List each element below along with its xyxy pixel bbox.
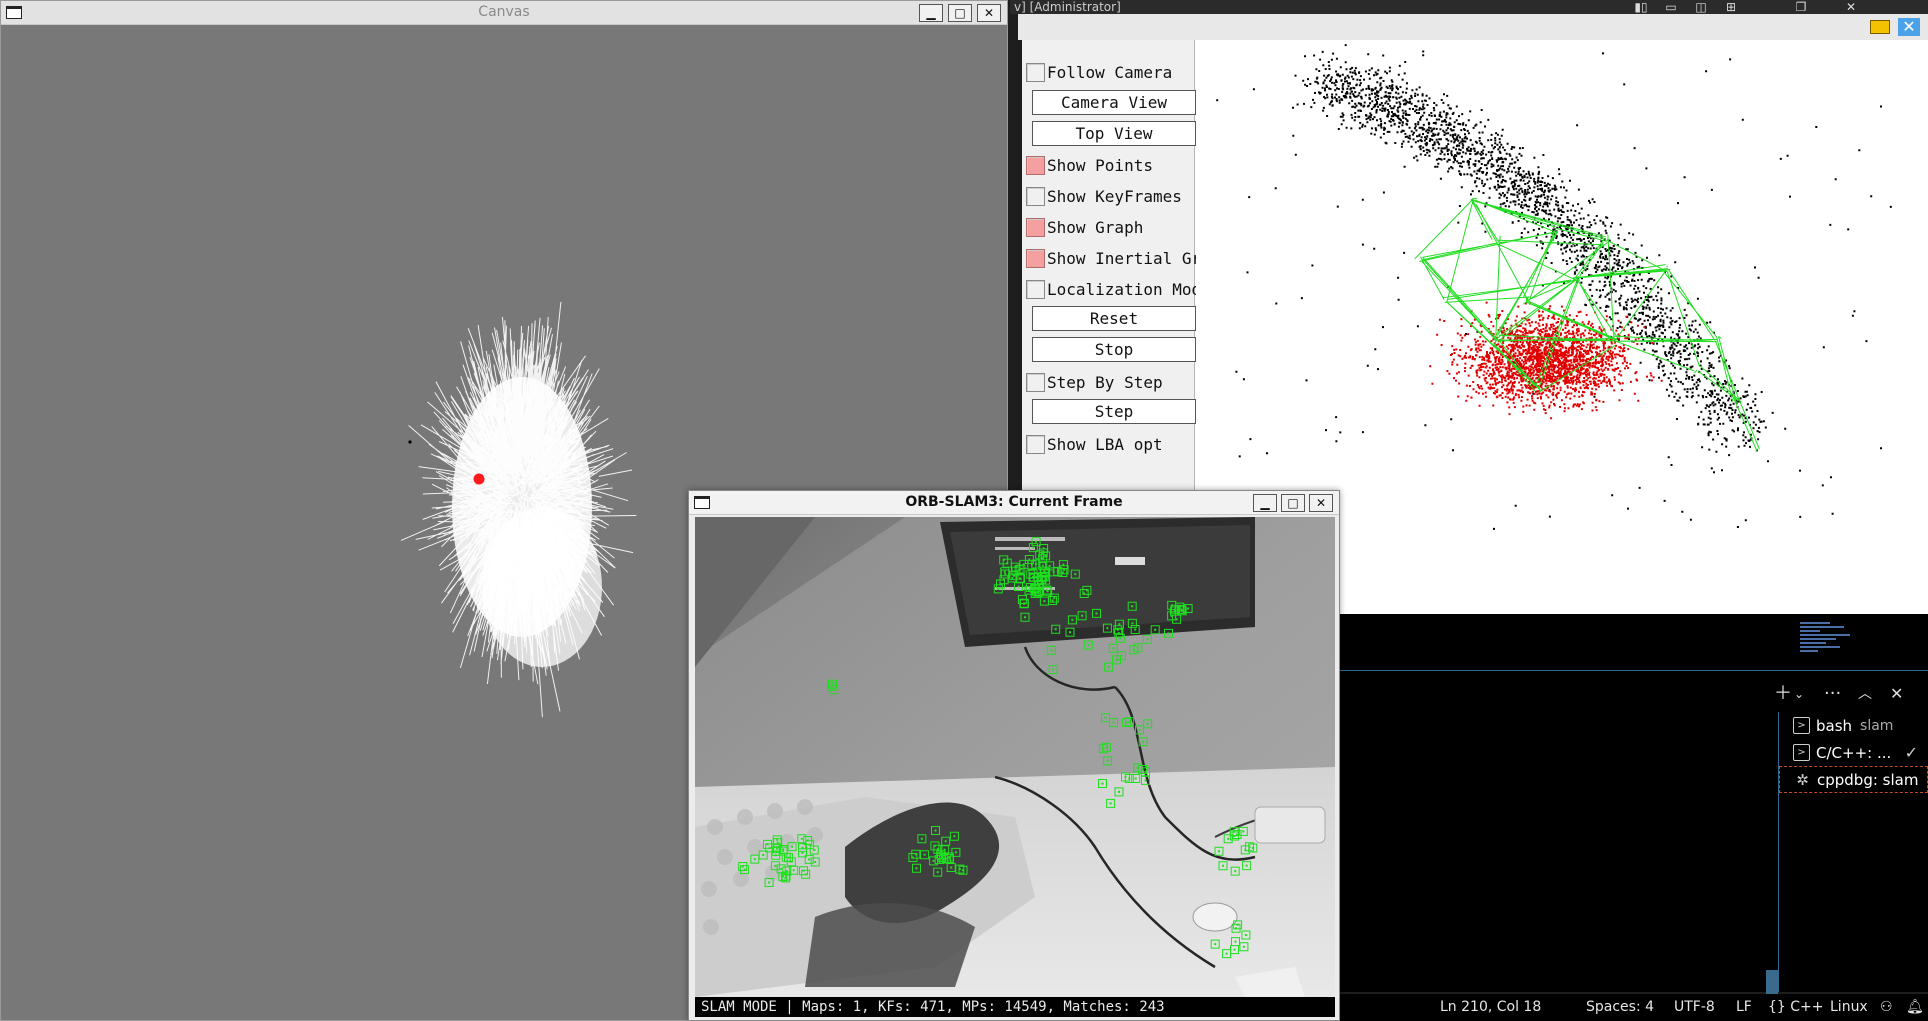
maximize-panel-icon[interactable]: ︿ <box>1858 684 1872 704</box>
show-keyframes-label: Show KeyFrames <box>1047 186 1182 206</box>
follow-camera-label: Follow Camera <box>1047 62 1173 82</box>
terminal-icon: > <box>1793 744 1810 761</box>
checkbox-box[interactable] <box>1026 62 1045 82</box>
check-icon: ✓ <box>1904 743 1918 762</box>
more-icon[interactable]: ··· <box>1824 684 1841 704</box>
line-ending[interactable]: LF <box>1736 999 1752 1015</box>
terminal-name: C/C++: ... <box>1816 743 1892 762</box>
terminal-list: > bash slam > C/C++: ... ✓ ✲ cppdbg: sla… <box>1778 712 1928 992</box>
checkbox-box[interactable] <box>1026 279 1045 299</box>
debug-icon: ✲ <box>1796 770 1809 789</box>
follow-camera-checkbox[interactable]: Follow Camera <box>1026 60 1172 84</box>
language-mode[interactable]: {} C++ <box>1768 999 1824 1015</box>
chevron-down-icon[interactable]: ⌄ <box>1794 684 1804 704</box>
stop-button[interactable]: Stop <box>1032 337 1196 362</box>
checkbox-box[interactable] <box>1026 434 1045 454</box>
current-frame-window: ORB-SLAM3: Current Frame ▁ □ ✕ SLAM MODE… <box>688 490 1340 1021</box>
layout-split-icon[interactable]: ◫ <box>1690 0 1712 14</box>
close-icon[interactable]: ✕ <box>1840 0 1862 14</box>
reset-button[interactable]: Reset <box>1032 306 1196 331</box>
terminal-icon: > <box>1793 717 1810 734</box>
new-terminal-icon[interactable]: ＋ <box>1774 684 1792 704</box>
show-graph-checkbox[interactable]: Show Graph <box>1026 215 1143 239</box>
show-lba-opt-label: Show LBA opt <box>1047 434 1163 454</box>
camera-frame-image <box>695 517 1335 997</box>
localization-mode-label: Localization Mode <box>1047 279 1211 299</box>
camera-view-button[interactable]: Camera View <box>1032 90 1196 115</box>
step-button[interactable]: Step <box>1032 399 1196 424</box>
terminal-item-cppdbg[interactable]: ✲ cppdbg: slam <box>1779 766 1928 793</box>
checkbox-box[interactable] <box>1026 155 1045 175</box>
maximize-button[interactable]: □ <box>948 4 972 22</box>
show-graph-label: Show Graph <box>1047 217 1144 237</box>
account-icon[interactable]: ⚇ <box>1880 999 1893 1015</box>
close-button[interactable]: ✕ <box>1309 494 1333 512</box>
close-button[interactable]: ✕ <box>977 4 1001 22</box>
checkbox-box[interactable] <box>1026 372 1045 392</box>
terminal-name: bash <box>1816 716 1853 735</box>
show-points-checkbox[interactable]: Show Points <box>1026 153 1153 177</box>
terminal-item-cpp[interactable]: > C/C++: ... ✓ <box>1779 739 1928 766</box>
layout-sidebar-icon[interactable]: ▮▯ <box>1630 0 1652 14</box>
minimize-button[interactable]: ▁ <box>919 4 943 22</box>
ide-window-title: v] [Administrator] <box>1014 0 1121 14</box>
canvas-titlebar[interactable]: Canvas ▁ □ ✕ <box>1 1 1007 25</box>
restore-icon[interactable]: ❐ <box>1790 0 1812 14</box>
show-keyframes-checkbox[interactable]: Show KeyFrames <box>1026 184 1182 208</box>
current-frame-title: ORB-SLAM3: Current Frame <box>905 494 1123 510</box>
editor-minimap[interactable] <box>1800 620 1860 670</box>
panel-divider <box>1340 670 1928 671</box>
map-viewer-header[interactable]: ✕ <box>1018 14 1928 40</box>
show-points-label: Show Points <box>1047 155 1153 175</box>
terminal-scrollbar[interactable] <box>1766 970 1778 994</box>
minimize-button[interactable]: ▁ <box>1253 494 1277 512</box>
platform[interactable]: Linux <box>1830 999 1868 1015</box>
terminal-name: cppdbg: slam <box>1817 770 1919 789</box>
minimize-icon[interactable] <box>1870 20 1890 34</box>
statusbar: Ln 210, Col 18 Spaces: 4 UTF-8 LF {} C++… <box>1340 994 1928 1021</box>
canvas-title: Canvas <box>478 4 530 20</box>
terminal-sub: slam <box>1860 717 1894 734</box>
ide-titlebar: v] [Administrator] ▮▯ ▭ ◫ ⊞ ❐ ✕ <box>1010 0 1928 14</box>
show-lba-opt-checkbox[interactable]: Show LBA opt <box>1026 432 1163 456</box>
indent-setting[interactable]: Spaces: 4 <box>1586 999 1654 1015</box>
close-panel-icon[interactable]: ✕ <box>1890 684 1903 704</box>
cursor-position[interactable]: Ln 210, Col 18 <box>1440 999 1541 1015</box>
checkbox-box[interactable] <box>1026 217 1045 237</box>
notifications-icon[interactable]: 🔔︎ <box>1906 999 1924 1015</box>
slam-status-bar: SLAM MODE | Maps: 1, KFs: 471, MPs: 1454… <box>695 997 1335 1017</box>
checkbox-box[interactable] <box>1026 186 1045 206</box>
close-icon[interactable]: ✕ <box>1898 18 1920 36</box>
terminal-item-bash[interactable]: > bash slam <box>1779 712 1928 739</box>
encoding[interactable]: UTF-8 <box>1674 999 1715 1015</box>
layout-panel-icon[interactable]: ▭ <box>1660 0 1682 14</box>
checkbox-box[interactable] <box>1026 248 1045 268</box>
localization-mode-checkbox[interactable]: Localization Mode <box>1026 277 1211 301</box>
step-by-step-label: Step By Step <box>1047 372 1163 392</box>
maximize-button[interactable]: □ <box>1281 494 1305 512</box>
top-view-button[interactable]: Top View <box>1032 121 1196 146</box>
camera-frame-render <box>695 517 1335 997</box>
layout-custom-icon[interactable]: ⊞ <box>1720 0 1742 14</box>
current-frame-titlebar[interactable]: ORB-SLAM3: Current Frame ▁ □ ✕ <box>689 491 1339 515</box>
step-by-step-checkbox[interactable]: Step By Step <box>1026 370 1163 394</box>
